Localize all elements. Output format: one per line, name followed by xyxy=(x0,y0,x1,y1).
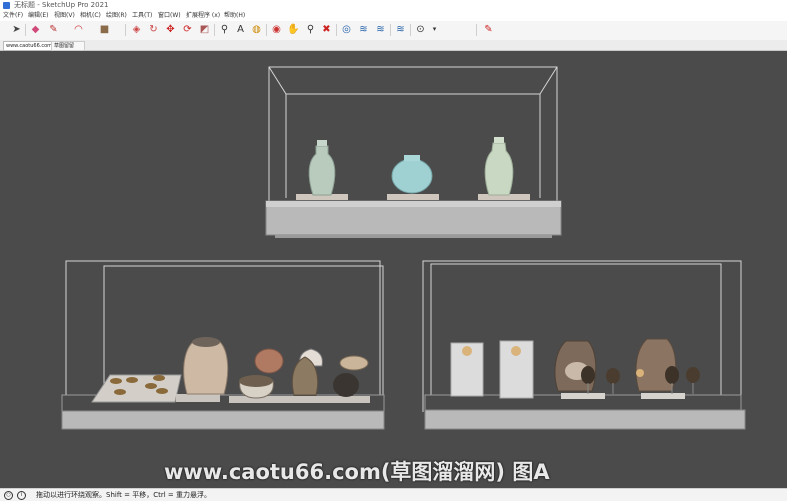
menu-file[interactable]: 文件(F) xyxy=(3,11,23,21)
send-icon[interactable]: ✎ xyxy=(482,23,495,36)
toolbar-separator xyxy=(25,24,26,36)
menu-extensions[interactable]: 扩展程序 (x) xyxy=(186,11,220,21)
move-icon[interactable]: ✥ xyxy=(164,23,177,36)
pan-icon[interactable]: ✋ xyxy=(287,23,300,36)
menu-draw[interactable]: 绘图(R) xyxy=(106,11,127,21)
watermark-text: www.caotu66.com(草图溜溜网) 图A xyxy=(164,460,550,484)
scale-icon[interactable]: ◩ xyxy=(198,23,211,36)
menu-edit[interactable]: 编辑(E) xyxy=(28,11,48,21)
bottom-left-display-case xyxy=(61,260,385,430)
menu-camera[interactable]: 相机(C) xyxy=(80,11,101,21)
styles-icon[interactable]: ⊙ xyxy=(414,23,427,36)
window-title: 无标题 - SketchUp Pro 2021 xyxy=(14,1,109,9)
pencil-icon[interactable]: ✎ xyxy=(47,23,60,36)
toolbar-separator xyxy=(476,24,477,36)
arc-icon[interactable]: ◠ xyxy=(72,23,85,36)
rectangle-icon[interactable]: ■ xyxy=(98,23,111,36)
toolbar-separator xyxy=(410,24,411,36)
menu-window[interactable]: 窗口(W) xyxy=(158,11,181,21)
warehouse-icon[interactable]: ◎ xyxy=(340,23,353,36)
scene-tabs: www.caotu66.com 草图留留 xyxy=(0,40,787,51)
followme-icon[interactable]: ↻ xyxy=(147,23,160,36)
tape-icon[interactable]: ⚲ xyxy=(218,23,231,36)
tab-scene-1[interactable]: www.caotu66.com xyxy=(3,41,53,51)
info-icon[interactable]: i xyxy=(17,491,26,500)
menu-view[interactable]: 视图(V) xyxy=(54,11,75,21)
chevron-down-icon[interactable]: ▾ xyxy=(428,23,441,36)
eraser-icon[interactable]: ◆ xyxy=(29,23,42,36)
menu-help[interactable]: 帮助(H) xyxy=(224,11,245,21)
toolbar-separator xyxy=(336,24,337,36)
menu-bar: 文件(F) 编辑(E) 视图(V) 相机(C) 绘图(R) 工具(T) 窗口(W… xyxy=(0,11,787,21)
select-icon[interactable]: ➤ xyxy=(10,23,23,36)
toolbar-separator xyxy=(266,24,267,36)
text-icon[interactable]: A xyxy=(234,23,247,36)
paint-icon[interactable]: ◍ xyxy=(250,23,263,36)
zoom-icon[interactable]: ⚲ xyxy=(304,23,317,36)
rotate-icon[interactable]: ⟳ xyxy=(181,23,194,36)
status-bar: ○ i 拖动以进行环绕观察。Shift = 平移，Ctrl = 重力悬浮。 xyxy=(0,488,787,501)
layout-icon[interactable]: ≋ xyxy=(374,23,387,36)
orbit-icon[interactable]: ◉ xyxy=(270,23,283,36)
extension-warehouse-icon[interactable]: ≋ xyxy=(357,23,370,36)
sketchup-app-icon xyxy=(3,2,10,9)
geo-location-icon[interactable]: ○ xyxy=(4,491,13,500)
model-viewport[interactable] xyxy=(0,51,787,488)
title-bar: 无标题 - SketchUp Pro 2021 xyxy=(0,0,787,11)
toolbar-separator xyxy=(390,24,391,36)
top-display-case xyxy=(265,66,562,238)
menu-tools[interactable]: 工具(T) xyxy=(132,11,152,21)
scene-render xyxy=(61,66,746,430)
bottom-right-display-case xyxy=(422,260,746,430)
status-hint: 拖动以进行环绕观察。Shift = 平移，Ctrl = 重力悬浮。 xyxy=(36,491,211,499)
main-toolbar: ➤ ◆ ✎ ◠ ■ ◈ ↻ ✥ ⟳ ◩ ⚲ A ◍ ◉ ✋ ⚲ ✖ ◎ ≋ ≋ … xyxy=(0,21,787,41)
tab-scene-2[interactable]: 草图留留 xyxy=(51,41,85,51)
components-icon[interactable]: ≋ xyxy=(394,23,407,36)
zoom-extents-icon[interactable]: ✖ xyxy=(320,23,333,36)
pushpull-icon[interactable]: ◈ xyxy=(130,23,143,36)
toolbar-separator xyxy=(125,24,126,36)
toolbar-separator xyxy=(214,24,215,36)
